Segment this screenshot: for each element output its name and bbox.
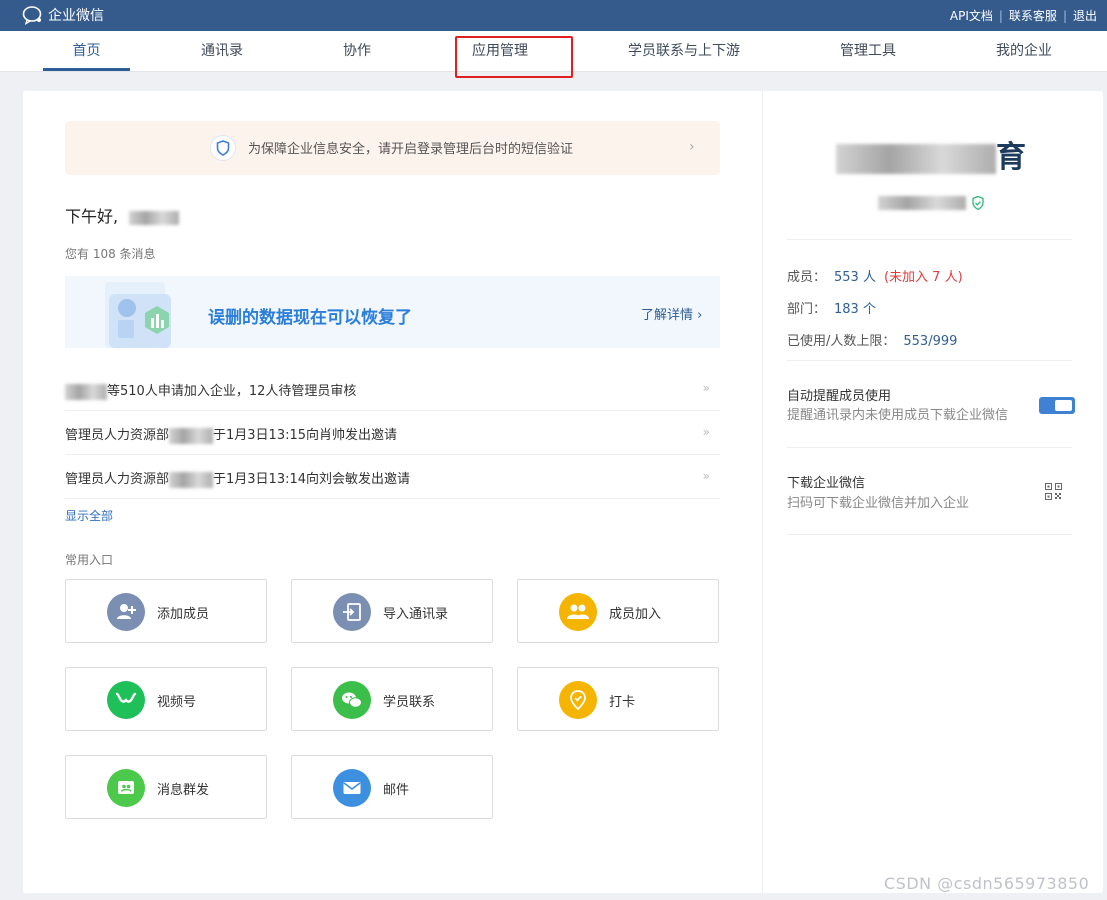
auto-remind-desc: 提醒通讯录内未使用成员下载企业微信 [787, 408, 1009, 423]
message-text-suffix: 于1月3日13:14向刘会敏发出邀请 [213, 472, 411, 487]
divider [787, 239, 1072, 240]
check-in-button[interactable]: 打卡 [517, 667, 719, 731]
message-text-prefix: 管理员人力资源部 [65, 472, 170, 487]
student-contact-button[interactable]: 学员联系 [291, 667, 493, 731]
greeting: 下午好, [65, 203, 180, 227]
wechat-icon [333, 681, 371, 719]
departments-stat: 部门： 183 个 [787, 298, 876, 317]
company-name: 育 [836, 132, 1028, 176]
channels-label: 视频号 [157, 695, 197, 710]
contact-support-link[interactable]: 联系客服 [1003, 7, 1063, 24]
divider [787, 447, 1072, 448]
members-pending[interactable]: (未加入 7 人) [884, 270, 963, 285]
top-links: API文档 | 联系客服 | 退出 [944, 7, 1103, 24]
company-name-suffix: 育 [996, 140, 1028, 175]
limit-label: 已使用/人数上限： [787, 334, 896, 349]
redacted-name [169, 427, 214, 444]
data-recovery-illustration-icon [105, 282, 175, 348]
tab-management-tools[interactable]: 管理工具 [828, 31, 908, 72]
message-text-prefix: 管理员人力资源部 [65, 428, 170, 443]
redacted-username [129, 210, 180, 225]
tab-app-management[interactable]: 应用管理 [455, 31, 545, 72]
members-label: 成员： [787, 270, 827, 285]
api-docs-link[interactable]: API文档 [944, 7, 999, 24]
main-nav: 首页 通讯录 协作 应用管理 学员联系与上下游 管理工具 我的企业 [0, 31, 1107, 72]
member-join-button[interactable]: 成员加入 [517, 579, 719, 643]
broadcast-button[interactable]: 消息群发 [65, 755, 267, 819]
shortcuts-label: 常用入口 [65, 553, 114, 567]
message-row[interactable]: 管理员人力资源部 于1月3日13:14向刘会敏发出邀请 » [65, 455, 720, 499]
broadcast-label: 消息群发 [157, 783, 210, 798]
import-contacts-label: 导入通讯录 [383, 607, 449, 622]
checkin-icon [559, 681, 597, 719]
mail-icon [333, 769, 371, 807]
import-icon [333, 593, 371, 631]
departments-label: 部门： [787, 302, 827, 317]
limit-stat: 已使用/人数上限： 553/999 [787, 330, 957, 349]
group-icon [559, 593, 597, 631]
qrcode-icon[interactable] [1045, 483, 1062, 500]
message-text: 等510人申请加入企业，12人待管理员审核 [107, 384, 357, 399]
message-count: 您有 108 条消息 [65, 247, 156, 261]
redacted-name [169, 471, 214, 488]
auto-remind-title: 自动提醒成员使用 [787, 389, 892, 404]
broadcast-icon [107, 769, 145, 807]
member-join-label: 成员加入 [609, 607, 662, 622]
mail-button[interactable]: 邮件 [291, 755, 493, 819]
redacted-company-name [836, 143, 996, 174]
download-desc: 扫码可下载企业微信并加入企业 [787, 496, 970, 511]
add-member-button[interactable]: 添加成员 [65, 579, 267, 643]
verified-shield-icon [972, 195, 984, 211]
learn-more-link[interactable]: 了解详情 › [641, 304, 702, 323]
divider [787, 360, 1072, 361]
members-value[interactable]: 553 人 [834, 270, 876, 285]
download-title: 下载企业微信 [787, 476, 866, 491]
brand-logo[interactable]: 企业微信 [22, 5, 104, 25]
add-member-label: 添加成员 [157, 607, 210, 622]
toggle-knob [1055, 400, 1072, 411]
check-in-label: 打卡 [609, 695, 636, 710]
members-stat: 成员： 553 人 (未加入 7 人) [787, 266, 963, 285]
channels-icon [107, 681, 145, 719]
redacted-name [65, 383, 107, 400]
logout-link[interactable]: 退出 [1067, 7, 1103, 24]
departments-value[interactable]: 183 个 [834, 302, 876, 317]
chevron-right-icon: › [689, 139, 695, 155]
message-row[interactable]: 等510人申请加入企业，12人待管理员审核 » [65, 367, 720, 411]
watermark: CSDN @csdn565973850 [884, 874, 1090, 893]
panel-divider [762, 91, 763, 893]
double-chevron-icon: » [702, 469, 710, 483]
limit-value: 553/999 [903, 334, 958, 349]
tab-contacts[interactable]: 通讯录 [180, 31, 264, 72]
tab-customer-contact[interactable]: 学员联系与上下游 [618, 31, 750, 72]
import-contacts-button[interactable]: 导入通讯录 [291, 579, 493, 643]
redacted-company-subname [878, 196, 966, 210]
banner-title: 误删的数据现在可以恢复了 [208, 308, 412, 328]
double-chevron-icon: » [702, 381, 710, 395]
greeting-text: 下午好, [65, 207, 119, 226]
double-chevron-icon: » [702, 425, 710, 439]
top-bar: 企业微信 API文档 | 联系客服 | 退出 [0, 0, 1107, 31]
student-contact-label: 学员联系 [383, 695, 436, 710]
shield-icon [210, 135, 236, 161]
divider [787, 534, 1072, 535]
message-text-suffix: 于1月3日13:15向肖帅发出邀请 [213, 428, 398, 443]
add-user-icon [107, 593, 145, 631]
company-verified [878, 195, 986, 211]
tab-home[interactable]: 首页 [43, 31, 130, 72]
message-row[interactable]: 管理员人力资源部 于1月3日13:15向肖帅发出邀请 » [65, 411, 720, 455]
wecom-logo-icon [22, 6, 42, 25]
show-all-link[interactable]: 显示全部 [65, 507, 113, 524]
security-notice-text: 为保障企业信息安全，请开启登录管理后台时的短信验证 [248, 142, 574, 157]
mail-label: 邮件 [383, 783, 410, 798]
tab-collaboration[interactable]: 协作 [320, 31, 394, 72]
tab-my-enterprise[interactable]: 我的企业 [985, 31, 1063, 72]
channels-button[interactable]: 视频号 [65, 667, 267, 731]
active-tab-indicator [43, 68, 130, 71]
auto-remind-toggle[interactable] [1039, 397, 1075, 414]
brand-name: 企业微信 [48, 8, 104, 24]
